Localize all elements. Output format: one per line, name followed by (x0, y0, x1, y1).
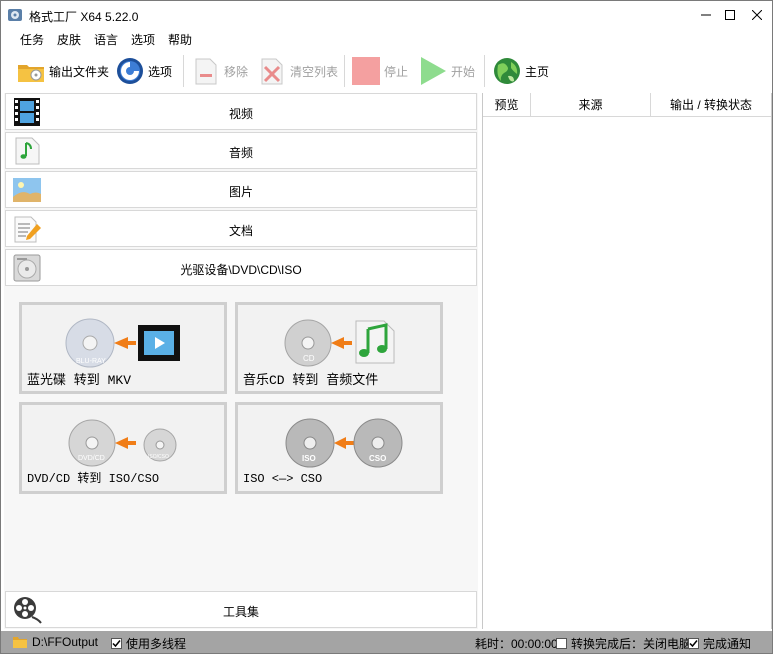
folder-icon (18, 65, 44, 82)
iso-cso-convert-icon: ISO CSO (285, 418, 403, 468)
remove-button[interactable]: 移除 (191, 54, 248, 88)
stop-icon (352, 57, 380, 85)
minimize-icon (701, 14, 711, 16)
options-label: 选项 (148, 64, 173, 79)
multithread-label: 使用多线程 (126, 637, 187, 651)
menu-skin[interactable]: 皮肤 (55, 31, 83, 48)
output-path-text: D:\FFOutput (32, 635, 99, 649)
notify-toggle[interactable]: 完成通知 (688, 635, 751, 652)
toolbar-separator (484, 55, 485, 87)
app-window: 格式工厂 X64 5.22.0 任务 皮肤 语言 选项 帮助 输出文件夹 选项 … (0, 0, 773, 654)
category-picture[interactable]: 图片 (5, 171, 477, 208)
column-preview[interactable]: 预览 (483, 93, 531, 117)
close-button[interactable] (742, 1, 772, 29)
play-icon (421, 57, 446, 85)
isocso-disc-text: ISO/CSO (148, 454, 169, 460)
cso-disc-text: CSO (369, 454, 386, 463)
category-optical-label: 光驱设备\DVD\CD\ISO (180, 263, 302, 277)
maximize-button[interactable] (715, 1, 745, 29)
app-logo-icon (8, 9, 22, 21)
clear-list-icon (261, 58, 283, 85)
menu-task[interactable]: 任务 (18, 31, 46, 48)
category-optical[interactable]: 光驱设备\DVD\CD\ISO (5, 249, 477, 286)
clear-list-label: 清空列表 (290, 64, 339, 79)
dvd-to-iso-icon: DVD/CD ISO/CSO (68, 419, 177, 467)
stop-button[interactable]: 停止 (351, 54, 408, 88)
after-convert-checkbox[interactable] (556, 638, 567, 649)
maximize-icon (725, 10, 735, 20)
category-audio[interactable]: 音频 (5, 132, 477, 169)
multithread-toggle[interactable]: 使用多线程 (111, 635, 186, 652)
menu-options[interactable]: 选项 (129, 31, 157, 48)
category-video-label: 视频 (228, 107, 253, 121)
menu-help[interactable]: 帮助 (166, 31, 194, 48)
dvdcd-disc-text: DVD/CD (78, 455, 105, 462)
tile-bluray-to-mkv[interactable]: BLU-RAY 蓝光碟 转到 MKV (19, 302, 227, 394)
close-icon (752, 10, 762, 20)
start-label: 开始 (451, 64, 476, 79)
category-document[interactable]: 文档 (5, 210, 477, 247)
options-button[interactable]: 选项 (115, 54, 172, 88)
start-button[interactable]: 开始 (418, 54, 475, 88)
after-convert-label: 转换完成后：关闭电脑 (571, 637, 692, 651)
multithread-checkbox[interactable] (111, 638, 122, 649)
bluray-disc-text: BLU-RAY (76, 358, 106, 365)
options-gear-icon (117, 58, 143, 84)
tile-isocso-label: ISO <—> CSO (243, 472, 323, 486)
tile-dvdcd-label: DVD/CD 转到 ISO/CSO (27, 472, 160, 486)
output-folder-icon (13, 637, 27, 648)
category-picture-label: 图片 (228, 185, 253, 199)
notify-checkbox[interactable] (688, 638, 699, 649)
category-video[interactable]: 视频 (5, 93, 477, 130)
toolbar: 输出文件夹 选项 移除 清空列表 停止 开始 主页 (1, 49, 772, 93)
category-panel: 视频 音频 图片 文档 光驱设备\DVD\CD\ISO BLU-RAY 蓝光碟 … (4, 93, 478, 629)
menu-language[interactable]: 语言 (92, 31, 120, 48)
after-convert-toggle[interactable]: 转换完成后：关闭电脑 (556, 635, 691, 652)
tile-bluray-label: 蓝光碟 转到 MKV (27, 373, 132, 388)
category-tools-label: 工具集 (222, 605, 259, 619)
checkmark-icon (689, 640, 698, 648)
title-bar: 格式工厂 X64 5.22.0 (1, 1, 772, 29)
cd-to-music-icon: CD (284, 319, 395, 367)
remove-doc-icon (195, 58, 217, 85)
window-title: 格式工厂 X64 5.22.0 (29, 10, 139, 24)
output-path[interactable]: D:\FFOutput (13, 635, 98, 649)
status-bar: D:\FFOutput 使用多线程 耗时：00:00:00 转换完成后：关闭电脑… (1, 631, 772, 653)
remove-label: 移除 (224, 64, 249, 79)
checkmark-icon (112, 640, 121, 648)
category-audio-label: 音频 (228, 146, 253, 160)
category-tools[interactable]: 工具集 (5, 591, 477, 628)
globe-home-icon (494, 58, 520, 84)
bluray-to-video-icon: BLU-RAY (65, 318, 180, 368)
output-folder-button[interactable]: 输出文件夹 (16, 54, 109, 88)
tile-musiccd-to-audio[interactable]: CD 音乐CD 转到 音频文件 (235, 302, 443, 394)
column-source[interactable]: 来源 (531, 93, 651, 117)
output-folder-label: 输出文件夹 (49, 64, 110, 79)
menu-bar: 任务 皮肤 语言 选项 帮助 (1, 29, 772, 48)
column-output-status[interactable]: 输出 / 转换状态 (651, 93, 771, 117)
notify-label: 完成通知 (703, 637, 752, 651)
cd-disc-text: CD (303, 354, 315, 363)
category-document-label: 文档 (228, 224, 253, 238)
toolbar-separator (183, 55, 184, 87)
tile-musiccd-label: 音乐CD 转到 音频文件 (243, 373, 379, 388)
iso-disc-text: ISO (302, 454, 316, 463)
home-button[interactable]: 主页 (492, 54, 549, 88)
clear-list-button[interactable]: 清空列表 (257, 54, 338, 88)
task-list[interactable]: 预览 来源 输出 / 转换状态 (482, 93, 772, 629)
tile-dvdcd-to-iso[interactable]: DVD/CD ISO/CSO DVD/CD 转到 ISO/CSO (19, 402, 227, 494)
stop-label: 停止 (384, 64, 409, 79)
toolbar-separator (344, 55, 345, 87)
elapsed-time: 耗时：00:00:00 (475, 637, 558, 651)
home-label: 主页 (525, 64, 550, 79)
tile-iso-cso[interactable]: ISO CSO ISO <—> CSO (235, 402, 443, 494)
